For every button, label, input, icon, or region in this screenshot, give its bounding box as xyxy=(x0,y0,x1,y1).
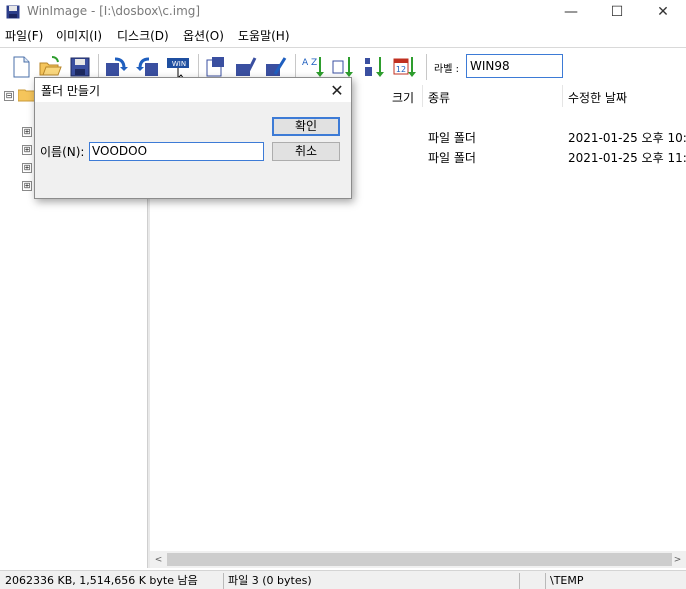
sort-date-text: 12 xyxy=(396,65,406,74)
create-folder-dialog: 폴더 만들기 ✕ 확인 이름(N): VOODOO 취소 xyxy=(34,77,352,199)
sort-az-text: A Z xyxy=(302,58,317,68)
app-floppy-icon xyxy=(6,5,20,19)
status-bar: 2062336 KB, 1,514,656 K byte 남음 파일 3 (0 … xyxy=(0,570,686,589)
window-title: WinImage - [I:\dosbox\c.img] xyxy=(27,4,201,18)
maximize-button[interactable]: ☐ xyxy=(594,0,640,24)
status-empty-panel xyxy=(519,573,544,589)
svg-text:WIN: WIN xyxy=(172,60,186,68)
status-free-space: 2062336 KB, 1,514,656 K byte 남음 xyxy=(5,574,198,587)
volume-label-caption: 라벨 : xyxy=(434,64,459,75)
scroll-left-arrow-icon[interactable]: < xyxy=(150,551,167,568)
folder-name-input[interactable]: VOODOO xyxy=(89,142,264,161)
tree-expander[interactable]: ⊞ xyxy=(22,181,32,191)
cancel-button[interactable]: 취소 xyxy=(272,142,340,161)
row-modified: 2021-01-25 오후 10: xyxy=(568,131,686,145)
dialog-close-button[interactable]: ✕ xyxy=(323,78,351,102)
dialog-title: 폴더 만들기 xyxy=(41,84,101,98)
volume-label-input[interactable]: WIN98 xyxy=(466,54,563,78)
row-type: 파일 폴더 xyxy=(428,151,476,165)
tree-expander[interactable]: ⊟ xyxy=(4,91,14,101)
tree-expander[interactable]: ⊞ xyxy=(22,163,32,173)
dialog-title-bar: 폴더 만들기 ✕ xyxy=(35,78,351,102)
tree-expander[interactable]: ⊞ xyxy=(22,127,32,137)
row-modified: 2021-01-25 오후 11: xyxy=(568,151,686,165)
close-window-button[interactable]: ✕ xyxy=(640,0,686,24)
minimize-button[interactable]: — xyxy=(548,0,594,24)
column-header-type[interactable]: 종류 xyxy=(428,89,450,106)
scroll-right-arrow-icon[interactable]: > xyxy=(669,551,686,568)
menu-bar: 파일(F) 이미지(I) 디스크(D) 옵션(O) 도움말(H) xyxy=(0,25,686,45)
column-header-modified[interactable]: 수정한 날짜 xyxy=(568,89,627,106)
sort-date-icon[interactable]: 12 xyxy=(392,54,418,80)
column-header-size[interactable]: 크기 xyxy=(392,89,414,106)
menu-disk[interactable]: 디스크(D) xyxy=(117,27,169,44)
status-path: \TEMP xyxy=(545,573,686,589)
tree-expander[interactable]: ⊞ xyxy=(22,145,32,155)
ok-button[interactable]: 확인 xyxy=(272,117,340,136)
sort-size-icon[interactable] xyxy=(362,54,388,80)
folder-name-label: 이름(N): xyxy=(40,145,85,159)
menu-file[interactable]: 파일(F) xyxy=(5,27,43,44)
menu-image[interactable]: 이미지(I) xyxy=(56,27,102,44)
status-file-count: 파일 3 (0 bytes) xyxy=(223,573,518,589)
new-document-icon[interactable] xyxy=(8,54,34,80)
title-bar: WinImage - [I:\dosbox\c.img] — ☐ ✕ xyxy=(0,0,686,24)
row-type: 파일 폴더 xyxy=(428,131,476,145)
menu-options[interactable]: 옵션(O) xyxy=(183,27,224,44)
menu-help[interactable]: 도움말(H) xyxy=(238,27,290,44)
scroll-thumb[interactable] xyxy=(167,553,672,566)
